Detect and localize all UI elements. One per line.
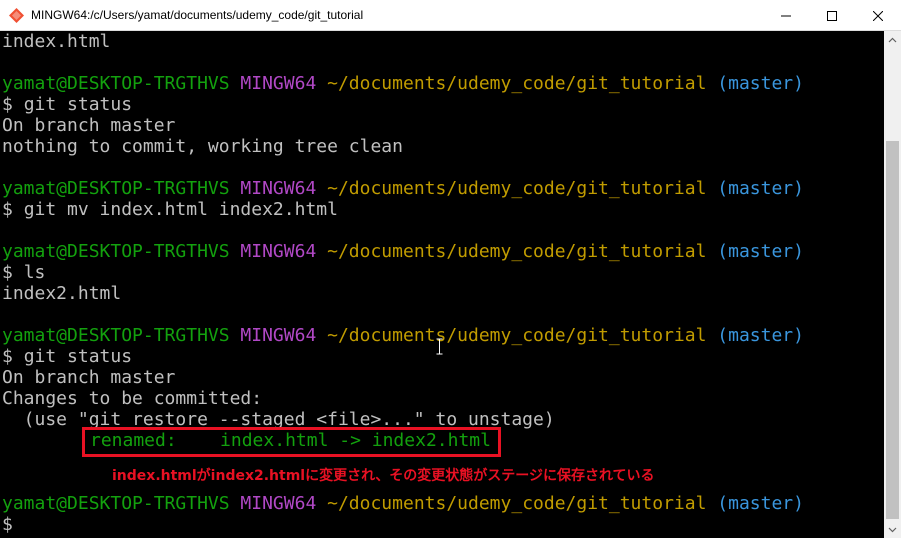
prompt-user: yamat@DESKTOP-TRGTHVS xyxy=(2,178,230,199)
prompt-path: ~/documents/udemy_code/git_tutorial xyxy=(327,178,707,199)
command-text: ls xyxy=(23,262,46,283)
output-line: Changes to be committed: xyxy=(2,388,263,409)
prompt-symbol: $ xyxy=(2,346,13,367)
command-line: $ git mv index.html index2.html xyxy=(2,199,338,220)
prompt-symbol: $ xyxy=(2,514,13,535)
scrollbar-thumb[interactable] xyxy=(886,141,899,519)
prompt-system: MINGW64 xyxy=(240,241,317,262)
command-line: $ git status xyxy=(2,94,132,115)
command-line: $ git status xyxy=(2,346,132,367)
prompt-system: MINGW64 xyxy=(240,178,317,199)
prompt-line: yamat@DESKTOP-TRGTHVS MINGW64 ~/document… xyxy=(2,493,804,514)
command-line: $ ls xyxy=(2,262,45,283)
prompt-system: MINGW64 xyxy=(240,73,317,94)
prompt-line: yamat@DESKTOP-TRGTHVS MINGW64 ~/document… xyxy=(2,73,804,94)
prompt-system: MINGW64 xyxy=(240,493,317,514)
output-line: nothing to commit, working tree clean xyxy=(2,136,403,157)
annotation-text: index.htmlがindex2.htmlに変更され、その変更状態がステージに… xyxy=(112,468,655,484)
prompt-path: ~/documents/udemy_code/git_tutorial xyxy=(327,73,707,94)
prompt-symbol: $ xyxy=(2,262,13,283)
close-button[interactable] xyxy=(855,0,901,31)
mingw-icon xyxy=(9,8,24,23)
minimize-icon xyxy=(781,15,791,16)
terminal-output[interactable]: index.html yamat@DESKTOP-TRGTHVS MINGW64… xyxy=(0,31,884,538)
output-line: index2.html xyxy=(2,283,122,304)
prompt-symbol: $ xyxy=(2,199,13,220)
prompt-branch: (master) xyxy=(717,241,804,262)
close-icon xyxy=(873,10,883,21)
prompt-symbol: $ xyxy=(2,94,13,115)
prompt-branch: (master) xyxy=(717,178,804,199)
scroll-down-button[interactable] xyxy=(884,521,901,538)
prompt-user: yamat@DESKTOP-TRGTHVS xyxy=(2,73,230,94)
output-line: index.html xyxy=(2,31,111,52)
prompt-user: yamat@DESKTOP-TRGTHVS xyxy=(2,493,230,514)
chevron-up-icon xyxy=(888,37,897,42)
prompt-branch: (master) xyxy=(717,325,804,346)
command-text: git status xyxy=(23,94,133,115)
prompt-line: yamat@DESKTOP-TRGTHVS MINGW64 ~/document… xyxy=(2,241,804,262)
maximize-icon xyxy=(827,10,837,21)
command-text: git status xyxy=(23,346,133,367)
output-line: On branch master xyxy=(2,367,176,388)
output-line: On branch master xyxy=(2,115,176,136)
maximize-button[interactable] xyxy=(809,0,855,31)
chevron-down-icon xyxy=(888,527,897,532)
scroll-up-button[interactable] xyxy=(884,31,901,48)
prompt-system: MINGW64 xyxy=(240,325,317,346)
prompt-path: ~/documents/udemy_code/git_tutorial xyxy=(327,325,707,346)
prompt-path: ~/documents/udemy_code/git_tutorial xyxy=(327,493,707,514)
minimize-button[interactable] xyxy=(763,0,809,31)
prompt-path: ~/documents/udemy_code/git_tutorial xyxy=(327,241,707,262)
prompt-branch: (master) xyxy=(717,73,804,94)
command-text: git mv index.html index2.html xyxy=(23,199,338,220)
prompt-line: yamat@DESKTOP-TRGTHVS MINGW64 ~/document… xyxy=(2,178,804,199)
text-cursor-icon xyxy=(436,338,443,355)
prompt-branch: (master) xyxy=(717,493,804,514)
prompt-user: yamat@DESKTOP-TRGTHVS xyxy=(2,241,230,262)
highlight-box xyxy=(82,427,501,457)
command-line: $ xyxy=(2,514,13,535)
vertical-scrollbar[interactable] xyxy=(884,31,901,538)
prompt-user: yamat@DESKTOP-TRGTHVS xyxy=(2,325,230,346)
prompt-line: yamat@DESKTOP-TRGTHVS MINGW64 ~/document… xyxy=(2,325,804,346)
window-title: MINGW64:/c/Users/yamat/documents/udemy_c… xyxy=(31,8,364,22)
title-bar: MINGW64:/c/Users/yamat/documents/udemy_c… xyxy=(0,0,901,31)
